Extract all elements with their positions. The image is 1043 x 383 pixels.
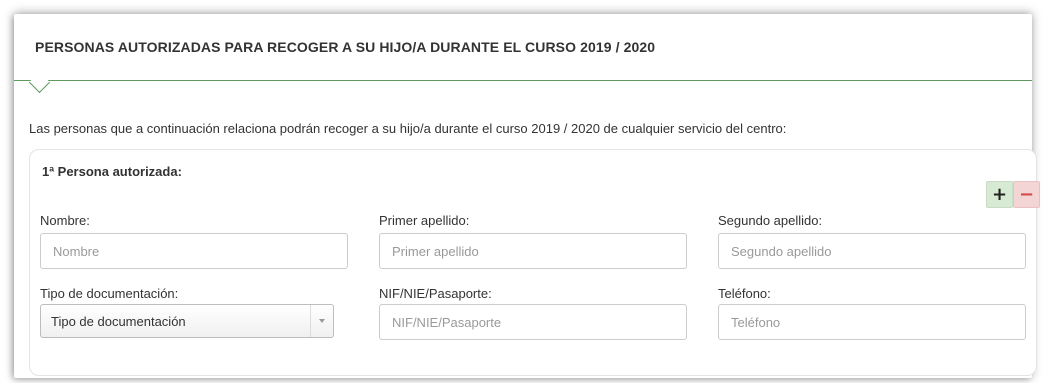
person-title: 1ª Persona autorizada:: [42, 164, 182, 179]
segundo-apellido-label: Segundo apellido:: [718, 213, 823, 228]
telefono-label: Teléfono:: [718, 286, 771, 301]
telefono-input[interactable]: [718, 304, 1026, 340]
section-title: PERSONAS AUTORIZADAS PARA RECOGER A SU H…: [35, 39, 656, 55]
tipo-documentacion-label: Tipo de documentación:: [40, 286, 179, 301]
section-intro-text: Las personas que a continuación relacion…: [29, 121, 787, 136]
select-arrow-zone: [310, 305, 333, 337]
authorized-persons-panel: PERSONAS AUTORIZADAS PARA RECOGER A SU H…: [14, 14, 1040, 378]
nif-label: NIF/NIE/Pasaporte:: [379, 286, 492, 301]
segundo-apellido-input[interactable]: [718, 233, 1026, 269]
add-person-button[interactable]: +: [986, 181, 1013, 208]
person-card-1: 1ª Persona autorizada: + − Nombre: Prime…: [29, 149, 1040, 376]
nif-input[interactable]: [379, 304, 687, 340]
nombre-label: Nombre:: [40, 213, 90, 228]
tipo-documentacion-selected: Tipo de documentación: [51, 314, 186, 329]
chevron-down-icon: [319, 319, 325, 323]
nombre-input[interactable]: [40, 233, 348, 269]
primer-apellido-label: Primer apellido:: [379, 213, 470, 228]
tipo-documentacion-select[interactable]: Tipo de documentación: [40, 304, 334, 338]
remove-person-button[interactable]: −: [1013, 181, 1040, 208]
panel-header: PERSONAS AUTORIZADAS PARA RECOGER A SU H…: [14, 14, 1032, 81]
primer-apellido-input[interactable]: [379, 233, 687, 269]
